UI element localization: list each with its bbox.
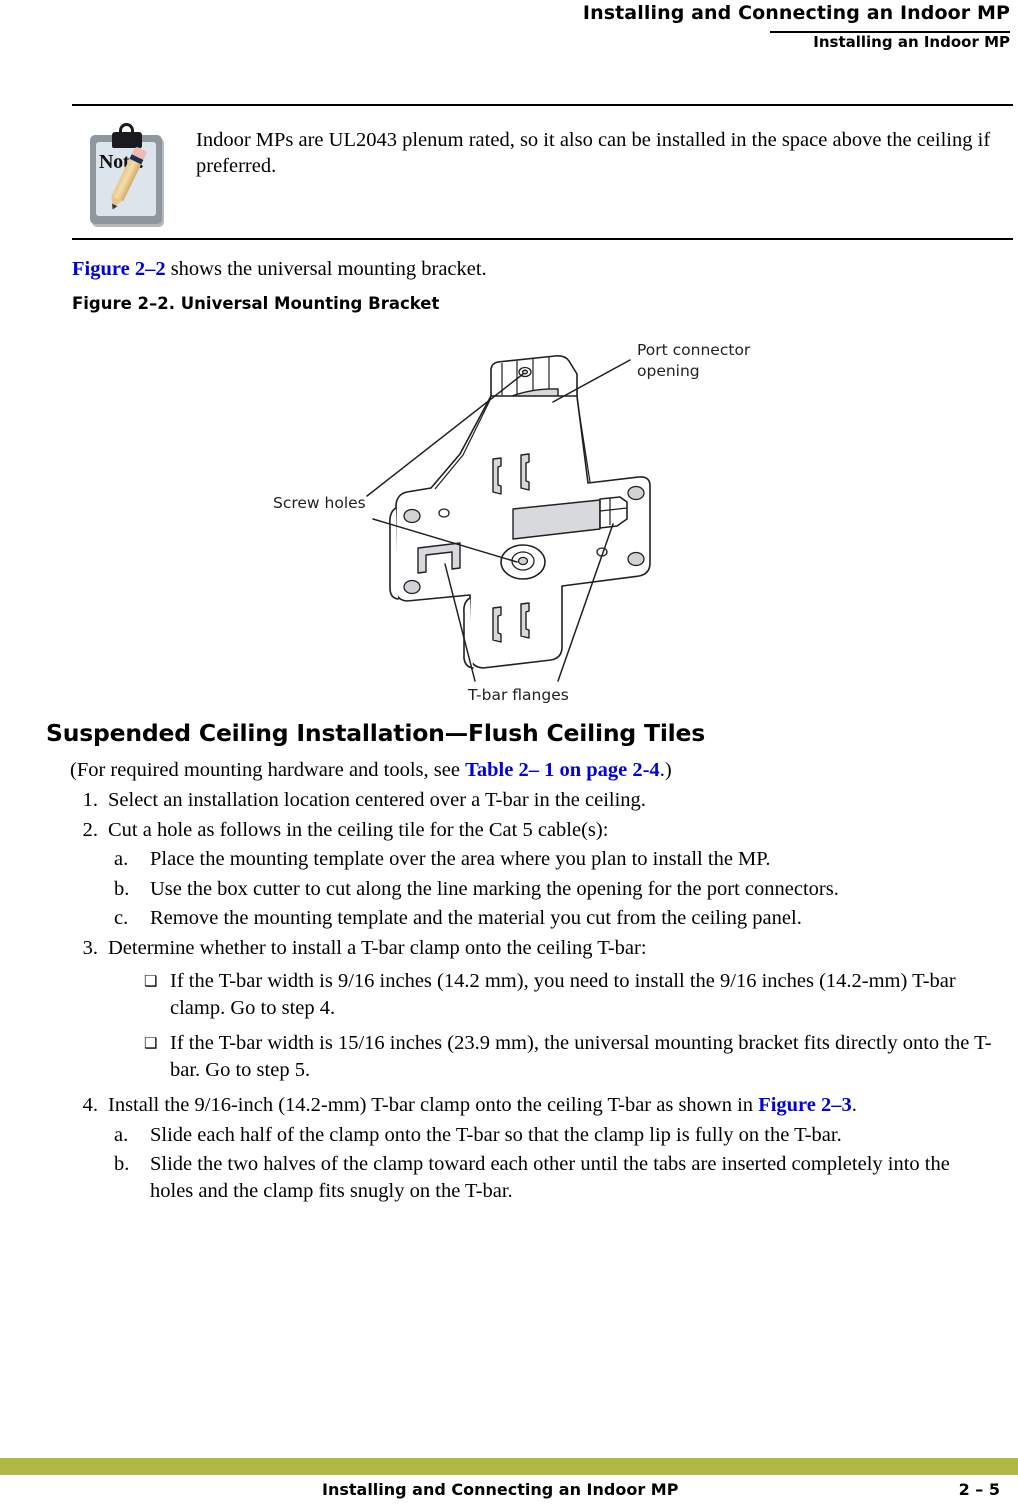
bullet-text: If the T-bar width is 15/16 inches (23.9… (170, 1032, 992, 1081)
substep-text: Use the box cutter to cut along the line… (150, 877, 839, 900)
substep-item: a. Slide each half of the clamp onto the… (108, 1122, 996, 1149)
substep-marker: a. (114, 1123, 129, 1146)
running-header-title: Installing and Connecting an Indoor MP (582, 2, 1010, 24)
substep-marker: a. (114, 848, 129, 870)
substep-marker: c. (114, 907, 129, 929)
section-intro-prefix: (For required mounting hardware and tool… (70, 759, 466, 781)
section-heading: Suspended Ceiling Installation—Flush Cei… (46, 719, 706, 747)
substep-text: Remove the mounting template and the mat… (150, 907, 802, 929)
section-intro-paragraph: (For required mounting hardware and tool… (70, 757, 672, 783)
substep-item: a. Place the mounting template over the … (108, 846, 996, 873)
substep-list: a. Slide each half of the clamp onto the… (108, 1122, 996, 1205)
step-item: 1. Select an installation location cente… (66, 787, 996, 814)
step-text-prefix: Install the 9/16-inch (14.2-mm) T-bar cl… (108, 1094, 759, 1116)
substep-item: c. Remove the mounting template and the … (108, 905, 996, 932)
figure-intro-sentence: Figure 2–2 shows the universal mounting … (72, 256, 487, 282)
procedure-steps: 1. Select an installation location cente… (66, 787, 996, 1207)
bullet-text: If the T-bar width is 9/16 inches (14.2 … (170, 970, 956, 1019)
step-text: Cut a hole as follows in the ceiling til… (108, 818, 609, 841)
step-item: 2. Cut a hole as follows in the ceiling … (66, 817, 996, 932)
square-bullet-icon: ❑ (144, 974, 158, 990)
footer-page-number: 2 – 5 (958, 1480, 1000, 1499)
note-icon-container: Note: (72, 119, 196, 231)
footer-color-bar (0, 1458, 1018, 1475)
figure-universal-mounting-bracket: .ol { fill:#ffffff; stroke:#231f20; stro… (255, 336, 815, 720)
figure-2-2-link[interactable]: Figure 2–2 (72, 258, 166, 280)
bullet-item: ❑ If the T-bar width is 9/16 inches (14.… (108, 968, 996, 1021)
step-text: Select an installation location centered… (108, 789, 646, 811)
substep-text: Slide each half of the clamp onto the T-… (150, 1123, 842, 1146)
bullet-list: ❑ If the T-bar width is 9/16 inches (14.… (108, 968, 996, 1083)
note-callout: Note: Indoor MPs are UL2043 plenum rated… (72, 104, 1013, 240)
label-port-connector-line1: Port connector (637, 341, 751, 359)
substep-marker: b. (114, 877, 130, 900)
table-2-1-link[interactable]: Table 2– 1 on page 2-4 (465, 759, 660, 781)
step-text: Determine whether to install a T-bar cla… (108, 936, 647, 959)
substep-item: b. Use the box cutter to cut along the l… (108, 876, 996, 903)
substep-text: Place the mounting template over the are… (150, 848, 771, 870)
step-marker: 2. (82, 818, 98, 841)
clipboard-icon: Note: (90, 123, 162, 224)
footer-title: Installing and Connecting an Indoor MP (322, 1480, 679, 1499)
label-tbar-flanges: T-bar flanges (467, 686, 569, 704)
substep-text: Slide the two halves of the clamp toward… (150, 1153, 950, 1202)
note-text: Indoor MPs are UL2043 plenum rated, so i… (196, 129, 991, 177)
clipboard-clip (112, 123, 142, 148)
step-text-suffix: . (851, 1094, 857, 1116)
bracket-body (389, 355, 651, 669)
section-intro-suffix: .) (659, 759, 672, 781)
document-page: Installing and Connecting an Indoor MP I… (0, 0, 1018, 1506)
step-marker: 4. (82, 1094, 98, 1116)
step-item: 4. Install the 9/16-inch (14.2-mm) T-bar… (66, 1092, 996, 1204)
substep-item: b. Slide the two halves of the clamp tow… (108, 1151, 996, 1204)
square-bullet-icon: ❑ (144, 1036, 158, 1052)
substep-list: a. Place the mounting template over the … (108, 846, 996, 932)
running-header-subtitle: Installing an Indoor MP (813, 33, 1010, 51)
label-screw-holes: Screw holes (273, 494, 366, 512)
bullet-item: ❑ If the T-bar width is 15/16 inches (23… (108, 1030, 996, 1083)
step-marker: 1. (82, 789, 98, 811)
figure-caption: Figure 2–2. Universal Mounting Bracket (72, 294, 440, 313)
figure-intro-rest: shows the universal mounting bracket. (165, 258, 487, 280)
figure-2-3-link[interactable]: Figure 2–3 (758, 1094, 852, 1116)
label-port-connector-line2: opening (637, 362, 700, 380)
step-marker: 3. (82, 936, 98, 959)
substep-marker: b. (114, 1153, 130, 1175)
step-item: 3. Determine whether to install a T-bar … (66, 935, 996, 1084)
